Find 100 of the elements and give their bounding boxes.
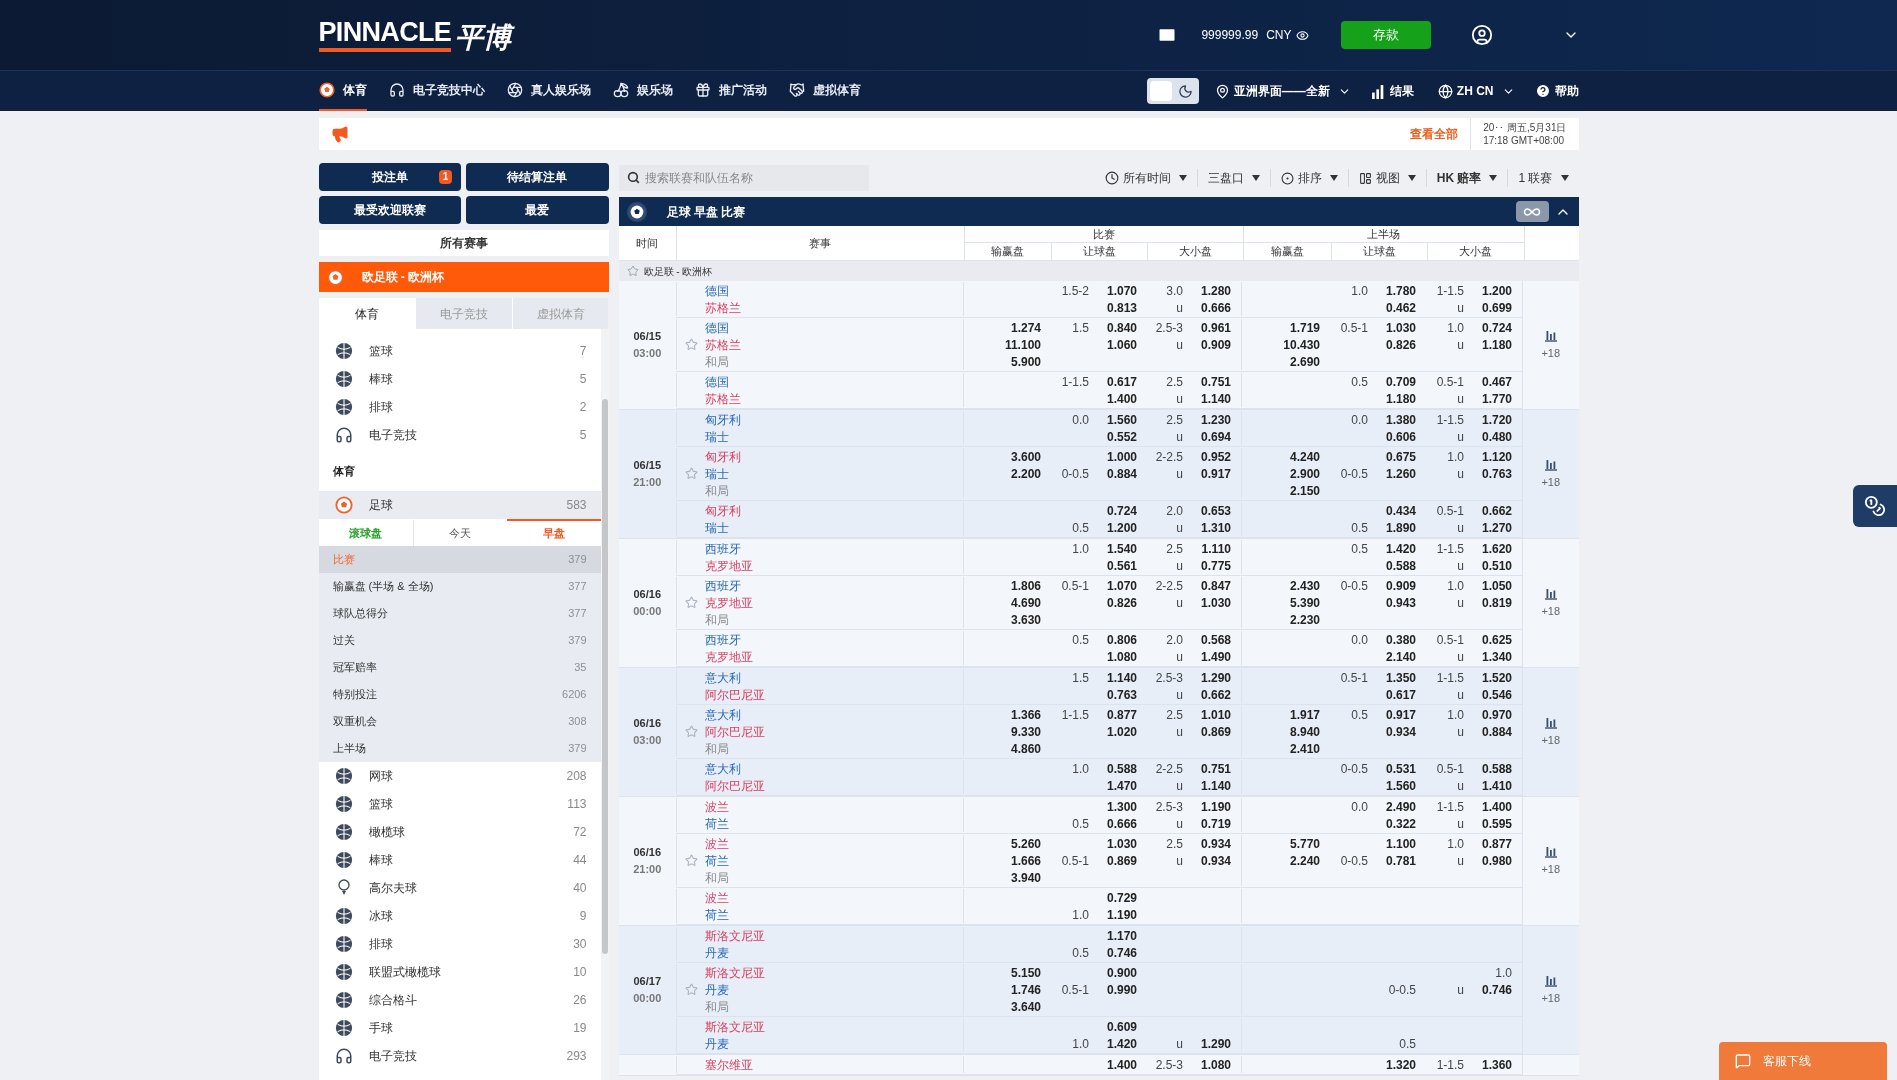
sport-item[interactable]: 高尔夫球 40 — [318, 874, 601, 902]
odds-value[interactable]: 0.917 — [1378, 705, 1416, 724]
odds-value[interactable]: 0.877 — [1099, 705, 1137, 724]
team-name[interactable]: 荷兰 — [705, 851, 729, 870]
more-markets-count[interactable]: +18 — [1541, 861, 1561, 878]
odds-value[interactable]: 4.860 — [1010, 739, 1041, 758]
more-markets-count[interactable]: +18 — [1541, 603, 1561, 620]
odds-value[interactable]: 2.690 — [1289, 352, 1320, 371]
odds-value[interactable]: 8.940 — [1289, 722, 1320, 741]
team-name[interactable]: 波兰 — [705, 834, 729, 853]
view-selector[interactable]: 亚洲界面——全新 — [1233, 82, 1351, 100]
odds-value[interactable]: 0.729 — [1099, 888, 1137, 907]
star-icon[interactable] — [685, 467, 698, 480]
odds-value[interactable]: 1.290 — [1193, 668, 1231, 687]
odds-value[interactable]: 1.190 — [1193, 797, 1231, 816]
market-item[interactable]: 球队总得分 377 — [318, 600, 601, 627]
odds-value[interactable]: 1.560 — [1099, 410, 1137, 429]
odds-value[interactable]: 0.819 — [1474, 593, 1512, 612]
odds-value[interactable]: 1.366 — [1010, 705, 1041, 724]
sport-item[interactable]: 联盟式橄榄球 10 — [318, 958, 601, 986]
odds-value[interactable]: 1.200 — [1474, 281, 1512, 300]
sport-item[interactable]: 电子竞技 293 — [318, 1042, 601, 1070]
star-icon[interactable] — [685, 596, 698, 609]
team-name[interactable]: 苏格兰 — [705, 298, 741, 317]
odds-value[interactable]: 0.781 — [1378, 851, 1416, 870]
star-icon[interactable] — [685, 854, 698, 867]
odds-value[interactable]: 1.806 — [1010, 576, 1041, 595]
team-name[interactable]: 阿尔巴尼亚 — [705, 685, 765, 704]
filter-dropdown[interactable]: HK 赔率 — [1425, 169, 1508, 187]
sport-item[interactable]: 排球 30 — [318, 930, 601, 958]
side-tab-button[interactable] — [1853, 485, 1897, 527]
market-item[interactable]: 输赢盘 (半场 & 全场) 377 — [318, 573, 601, 600]
team-name[interactable]: 斯洛文尼亚 — [705, 1017, 765, 1036]
odds-value[interactable]: 1.274 — [1010, 318, 1041, 337]
odds-value[interactable]: 1.010 — [1193, 705, 1231, 724]
team-name[interactable]: 西班牙 — [705, 576, 741, 595]
market-item[interactable]: 双重机会 308 — [318, 708, 601, 735]
odds-value[interactable]: 5.900 — [1010, 352, 1041, 371]
odds-value[interactable]: 0.380 — [1378, 630, 1416, 649]
odds-value[interactable]: 2.430 — [1289, 576, 1320, 595]
team-name[interactable]: 荷兰 — [705, 905, 729, 924]
odds-value[interactable]: 0.826 — [1378, 335, 1416, 354]
nav-tab[interactable]: 娱乐场 — [612, 71, 673, 111]
odds-value[interactable]: 1.380 — [1378, 410, 1416, 429]
odds-value[interactable]: 0.952 — [1193, 447, 1231, 466]
team-name[interactable]: 丹麦 — [705, 1034, 729, 1053]
odds-value[interactable]: 1.320 — [1378, 1055, 1416, 1074]
odds-value[interactable]: 1.120 — [1474, 447, 1512, 466]
odds-value[interactable]: 0.561 — [1099, 556, 1137, 575]
odds-value[interactable]: 1.020 — [1099, 722, 1137, 741]
odds-value[interactable]: 3.630 — [1010, 610, 1041, 629]
team-name[interactable]: 克罗地亚 — [705, 593, 753, 612]
team-name[interactable]: 波兰 — [705, 797, 729, 816]
odds-value[interactable]: 0.653 — [1193, 501, 1231, 520]
odds-value[interactable]: 1.340 — [1474, 647, 1512, 666]
bar-chart-icon[interactable] — [1543, 586, 1558, 601]
view-all-link[interactable]: 查看全部 — [1410, 125, 1459, 143]
odds-value[interactable]: 0.322 — [1378, 814, 1416, 833]
odds-value[interactable]: 0.909 — [1378, 576, 1416, 595]
sport-item[interactable]: 网球 208 — [318, 762, 601, 790]
odds-value[interactable]: 0.510 — [1474, 556, 1512, 575]
filter-dropdown[interactable]: 所有时间 — [1094, 169, 1197, 187]
filter-dropdown[interactable]: 1 联赛 — [1507, 169, 1579, 187]
team-name[interactable]: 西班牙 — [705, 630, 741, 649]
more-markets-count[interactable]: +18 — [1541, 732, 1561, 749]
team-name[interactable]: 匈牙利 — [705, 447, 741, 466]
odds-value[interactable]: 1.400 — [1474, 797, 1512, 816]
odds-value[interactable]: 1.030 — [1378, 318, 1416, 337]
odds-value[interactable]: 0.943 — [1378, 593, 1416, 612]
odds-value[interactable]: 1.400 — [1099, 1055, 1137, 1074]
odds-value[interactable]: 1.270 — [1474, 518, 1512, 537]
odds-value[interactable]: 1.180 — [1474, 335, 1512, 354]
sport-item[interactable]: 橄榄球 72 — [318, 818, 601, 846]
odds-value[interactable]: 10.430 — [1283, 335, 1320, 354]
odds-value[interactable]: 0.751 — [1193, 759, 1231, 778]
team-name[interactable]: 丹麦 — [705, 980, 729, 999]
market-item[interactable]: 冠军赔率 35 — [318, 654, 601, 681]
odds-value[interactable]: 2.240 — [1289, 851, 1320, 870]
odds-value[interactable]: 0.751 — [1193, 372, 1231, 391]
team-name[interactable]: 波兰 — [705, 888, 729, 907]
odds-value[interactable]: 1.170 — [1099, 926, 1137, 945]
odds-value[interactable]: 0.775 — [1193, 556, 1231, 575]
odds-value[interactable]: 0.675 — [1378, 447, 1416, 466]
odds-value[interactable]: 1.360 — [1474, 1055, 1512, 1074]
odds-value[interactable]: 0.813 — [1099, 298, 1137, 317]
star-icon[interactable] — [626, 265, 639, 277]
odds-value[interactable]: 0.552 — [1099, 427, 1137, 446]
odds-value[interactable]: 0.662 — [1193, 685, 1231, 704]
team-name[interactable]: 西班牙 — [705, 539, 741, 558]
team-name[interactable]: 意大利 — [705, 705, 741, 724]
sport-item[interactable]: 足球 583 — [318, 491, 601, 519]
odds-value[interactable]: 0.826 — [1099, 593, 1137, 612]
odds-value[interactable]: 1.140 — [1099, 668, 1137, 687]
sport-item[interactable]: 冰球 9 — [318, 902, 601, 930]
nav-tab[interactable]: 推广活动 — [694, 71, 767, 111]
team-name[interactable]: 瑞士 — [705, 518, 729, 537]
odds-value[interactable]: 0.934 — [1378, 722, 1416, 741]
odds-value[interactable]: 1.410 — [1474, 776, 1512, 795]
team-name[interactable]: 意大利 — [705, 668, 741, 687]
nav-tab[interactable]: 真人娱乐场 — [506, 71, 591, 111]
